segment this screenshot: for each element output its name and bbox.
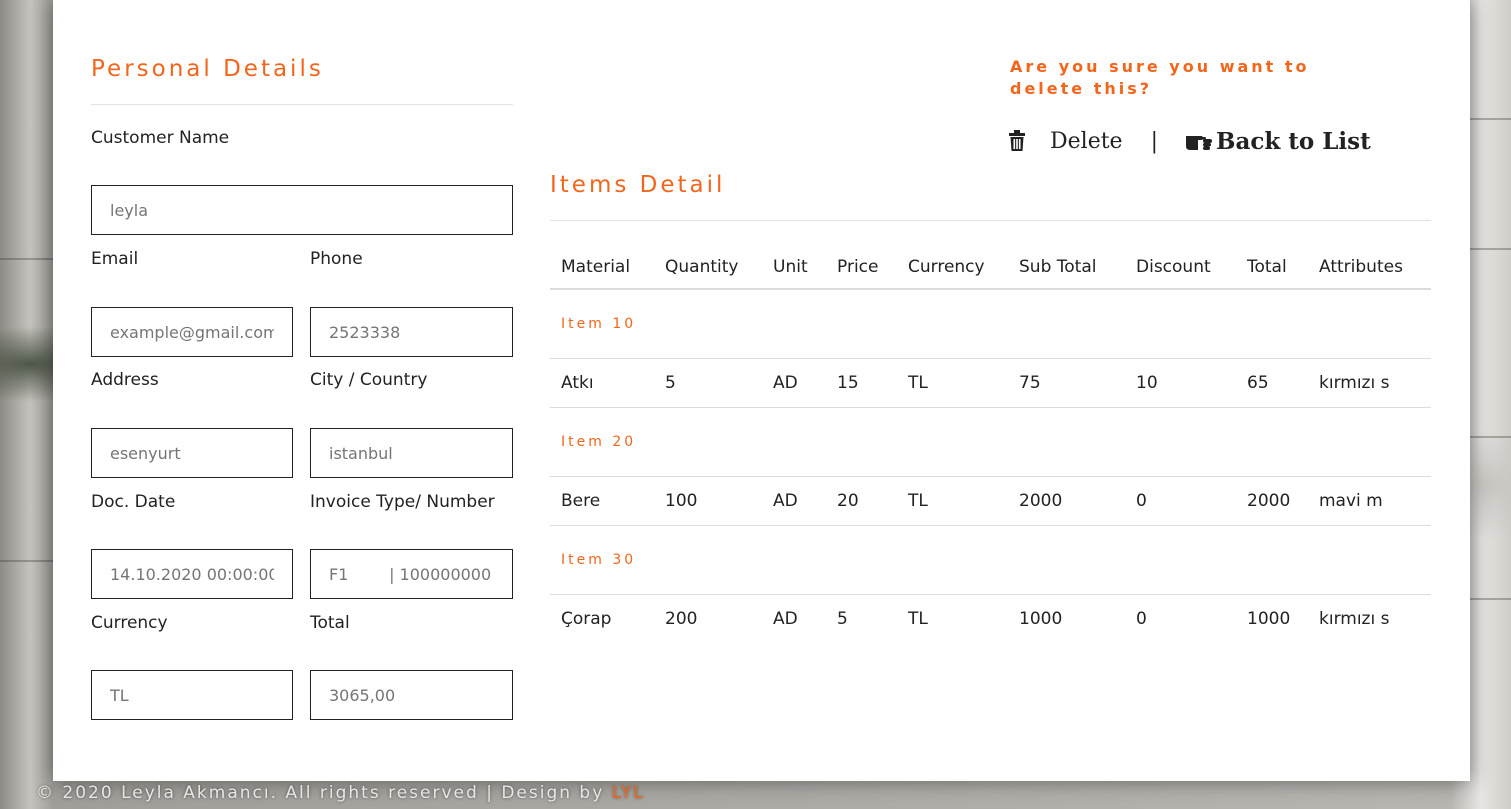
currency-input[interactable] <box>91 670 293 720</box>
item-group-label: Item 30 <box>550 525 1431 595</box>
cell-material: Bere <box>550 476 654 526</box>
item-group-label: Item 20 <box>550 407 1431 477</box>
wall-texture <box>0 258 54 260</box>
cell-price: 5 <box>837 609 848 629</box>
footer-brand-link[interactable]: LYL <box>612 783 645 803</box>
divider <box>91 104 513 105</box>
action-separator: | <box>1150 128 1158 154</box>
cell-currency: TL <box>908 609 928 629</box>
divider <box>550 220 1431 221</box>
items-detail-title: Items Detail <box>550 172 726 198</box>
wall-texture <box>0 560 54 562</box>
wall-texture <box>1469 118 1511 120</box>
cell-attributes: kırmızı s <box>1308 358 1431 408</box>
cell-currency: TL <box>897 358 1008 408</box>
doc-date-label: Doc. Date <box>91 492 176 512</box>
items-table: Material Quantity Unit Price Currency Su… <box>550 246 1431 643</box>
cell-sub-total: 1000 <box>1019 609 1063 629</box>
cell-quantity: 100 <box>654 476 762 526</box>
cell-unit: AD <box>762 476 826 526</box>
trash-icon <box>1009 130 1025 151</box>
wall-texture <box>1469 598 1511 600</box>
item-group-row: Item 20 <box>550 407 1431 477</box>
cell-total: 65 <box>1236 358 1308 408</box>
invoice-input[interactable] <box>310 549 513 599</box>
doc-date-input[interactable] <box>91 549 293 599</box>
customer-name-label: Customer Name <box>91 128 230 148</box>
cell-price: 15 <box>826 358 897 408</box>
cell-discount: 0 <box>1136 609 1147 629</box>
cell-unit: AD <box>762 358 826 408</box>
email-label: Email <box>91 249 139 269</box>
table-row: Atkı 5 AD 15 TL 75 10 65 kırmızı s <box>550 358 1431 408</box>
cell-material: Atkı <box>550 358 654 408</box>
cell-sub-total: 2000 <box>1008 476 1125 526</box>
delete-confirm-card: Personal Details Customer Name Email Pho… <box>53 0 1470 781</box>
cell-currency: TL <box>897 476 1008 526</box>
confirm-actions: Delete | Back to List <box>1008 125 1371 157</box>
back-to-list-link[interactable]: Back to List <box>1186 128 1371 155</box>
cell-quantity: 200 <box>665 609 698 629</box>
col-quantity: Quantity <box>654 246 762 290</box>
cell-quantity: 5 <box>654 358 762 408</box>
col-unit: Unit <box>762 246 826 290</box>
cell-sub-total: 75 <box>1008 358 1125 408</box>
item-group-label: Item 10 <box>550 289 1431 359</box>
personal-details-title: Personal Details <box>91 56 324 82</box>
cell-discount: 0 <box>1125 476 1236 526</box>
address-label: Address <box>91 370 159 390</box>
table-header-row: Material Quantity Unit Price Currency Su… <box>550 246 1431 290</box>
back-to-list-label: Back to List <box>1216 127 1371 155</box>
delete-confirm-question: Are you sure you want to delete this? <box>1010 57 1310 98</box>
cell-material: Çorap <box>561 609 612 629</box>
table-row: Çorap 200 AD 5 TL 1000 0 1000 kırmızı s <box>550 595 1431 644</box>
delete-button[interactable]: Delete <box>1008 129 1123 154</box>
col-material: Material <box>550 246 654 290</box>
pointing-hand-icon <box>1186 136 1212 150</box>
cell-discount: 10 <box>1125 358 1236 408</box>
wall-texture <box>1469 436 1511 438</box>
city-country-input[interactable] <box>310 428 513 478</box>
col-currency: Currency <box>897 246 1008 290</box>
item-group-row: Item 30 <box>550 525 1431 595</box>
col-discount: Discount <box>1125 246 1236 290</box>
footer-copyright: © 2020 Leyla Akmancı. All rights reserve… <box>36 783 612 803</box>
footer: © 2020 Leyla Akmancı. All rights reserve… <box>36 783 645 803</box>
col-total: Total <box>1236 246 1308 290</box>
phone-input[interactable] <box>310 307 513 357</box>
cell-attributes: kırmızı s <box>1319 609 1390 629</box>
city-country-label: City / Country <box>310 370 428 390</box>
cell-total: 1000 <box>1247 609 1291 629</box>
email-input[interactable] <box>91 307 293 357</box>
col-sub-total: Sub Total <box>1008 246 1125 290</box>
cell-total: 2000 <box>1236 476 1308 526</box>
invoice-label: Invoice Type/ Number <box>310 492 495 512</box>
customer-name-input[interactable] <box>91 185 513 235</box>
cell-attributes: mavi m <box>1308 476 1431 526</box>
address-input[interactable] <box>91 428 293 478</box>
total-label: Total <box>310 613 350 633</box>
cell-unit: AD <box>773 609 798 629</box>
phone-label: Phone <box>310 249 363 269</box>
item-group-row: Item 10 <box>550 289 1431 359</box>
wall-texture <box>1469 248 1511 250</box>
col-price: Price <box>826 246 897 290</box>
total-input[interactable] <box>310 670 513 720</box>
currency-label: Currency <box>91 613 168 633</box>
cell-price: 20 <box>826 476 897 526</box>
delete-label: Delete <box>1050 128 1123 154</box>
col-attributes: Attributes <box>1308 246 1431 290</box>
table-row: Bere 100 AD 20 TL 2000 0 2000 mavi m <box>550 476 1431 526</box>
